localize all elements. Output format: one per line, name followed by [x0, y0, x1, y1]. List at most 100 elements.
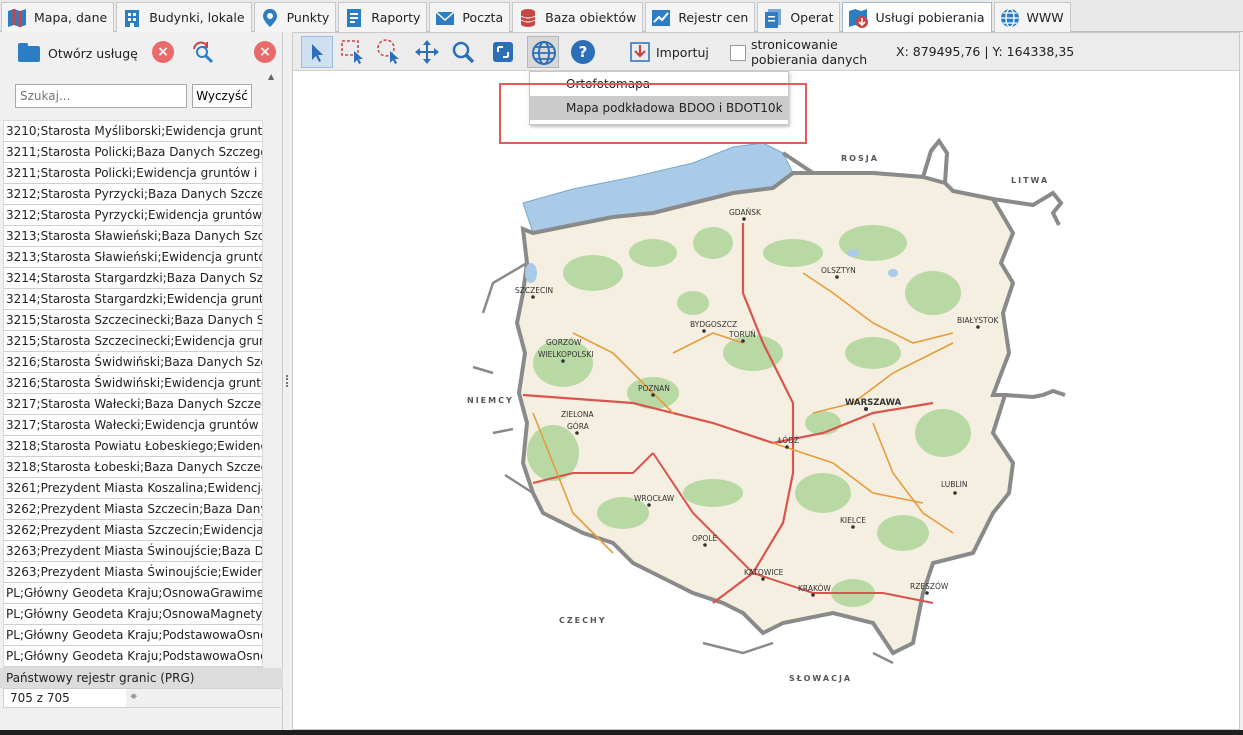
zoom-extent-button[interactable] — [487, 36, 519, 68]
list-item[interactable]: 3212;Starosta Pyrzycki;Ewidencja gruntów… — [4, 205, 262, 226]
clear-button[interactable]: Wyczyść — [192, 84, 252, 108]
poland-map[interactable]: GDAŃSK OLSZTYN SZCZECIN BYDGOSZCZ TORUŃ … — [453, 133, 1093, 693]
selected-service[interactable]: Państwowy rejestr granic (PRG) — [0, 668, 283, 688]
list-item[interactable]: 3263;Prezydent Miasta Świnoujście;Ewiden… — [4, 562, 262, 583]
circle-select-button[interactable] — [373, 36, 405, 68]
list-item[interactable]: 3214;Starosta Stargardzki;Baza Danych Sz… — [4, 268, 262, 289]
document-icon — [762, 7, 784, 29]
list-item[interactable]: 3216;Starosta Świdwiński;Ewidencja grunt… — [4, 373, 262, 394]
list-item[interactable]: 3213;Starosta Sławieński;Baza Danych Szc… — [4, 226, 262, 247]
svg-text:?: ? — [579, 43, 588, 61]
coordinates-readout: X: 879495,76 | Y: 164338,35 — [896, 44, 1075, 59]
map-view[interactable]: ? Importuj stronicowanie pobierania dany… — [292, 32, 1240, 730]
taskbar-strip — [0, 730, 1243, 735]
refresh-search-button[interactable] — [190, 39, 216, 65]
cursor-arrow-icon — [312, 44, 323, 62]
close-service-button[interactable]: × — [152, 41, 174, 63]
list-item[interactable]: 3218;Starosta Powiatu Łobeskiego;Ewidenc… — [4, 436, 262, 457]
list-item[interactable]: 3216;Starosta Świdwiński;Baza Danych Szc… — [4, 352, 262, 373]
paging-checkbox[interactable] — [730, 45, 746, 61]
open-service-label: Otwórz usługę — [48, 45, 138, 61]
background-layer-button[interactable] — [527, 36, 559, 68]
list-item[interactable]: 3215;Starosta Szczecinecki;Ewidencja gru… — [4, 331, 262, 352]
city-label: BIAŁYSTOK — [957, 316, 1000, 325]
tab-mapa-dane[interactable]: Mapa, dane — [1, 2, 115, 32]
city-label: KRAKÓW — [798, 584, 831, 593]
tab-baza-obiektow[interactable]: Baza obiektów — [512, 2, 644, 32]
open-service-button[interactable]: Otwórz usługę — [18, 40, 138, 66]
list-vertical-scrollbar[interactable]: ▲ — [264, 72, 280, 668]
list-horizontal-scrollbar[interactable]: ◀ ▶ — [126, 689, 282, 707]
chart-trend-icon — [650, 7, 672, 29]
list-item[interactable]: 3213;Starosta Sławieński;Ewidencja grunt… — [4, 247, 262, 268]
location-pin-icon — [259, 7, 281, 29]
list-item[interactable]: PL;Główny Geodeta Kraju;OsnowaGrawimetr — [4, 583, 262, 604]
scroll-up-icon[interactable]: ▲ — [268, 72, 274, 81]
list-item[interactable]: 3212;Starosta Pyrzycki;Baza Danych Szcze… — [4, 184, 262, 205]
download-map-icon — [847, 7, 869, 29]
building-icon — [121, 7, 143, 29]
list-item[interactable]: 3262;Prezydent Miasta Szczecin;Ewidencja… — [4, 520, 262, 541]
tab-punkty[interactable]: Punkty — [253, 2, 337, 32]
map-toolbar: ? Importuj stronicowanie pobierania dany… — [293, 33, 1239, 71]
tab-label: Baza obiektów — [545, 10, 637, 25]
tab-budynki-lokale[interactable]: Budynki, lokale — [116, 2, 252, 32]
tab-www[interactable]: WWW — [993, 2, 1071, 32]
country-label: ROSJA — [841, 154, 879, 163]
move-arrows-icon — [415, 40, 439, 64]
refresh-search-icon — [193, 41, 214, 64]
tab-label: Mapa, dane — [34, 10, 108, 25]
list-item[interactable]: 3263;Prezydent Miasta Świnoujście;Baza D… — [4, 541, 262, 562]
tab-rejestr-cen[interactable]: Rejestr cen — [645, 2, 756, 32]
list-item[interactable]: 3211;Starosta Policki;Ewidencja gruntów … — [4, 163, 262, 184]
list-item[interactable]: PL;Główny Geodeta Kraju;PodstawowaOsnov — [4, 646, 262, 667]
list-item[interactable]: 3261;Prezydent Miasta Koszalina;Ewidencj… — [4, 478, 262, 499]
zoom-button[interactable] — [447, 36, 479, 68]
paging-label: stronicowanie pobierania danych — [751, 37, 871, 67]
services-list: 3210;Starosta Myśliborski;Ewidencja grun… — [3, 120, 263, 668]
list-item[interactable]: PL;Główny Geodeta Kraju;PodstawowaOsnov — [4, 625, 262, 646]
list-item[interactable]: 3210;Starosta Myśliborski;Ewidencja grun… — [4, 121, 262, 142]
close-panel-button[interactable]: × — [254, 41, 276, 63]
search-input[interactable] — [15, 84, 187, 108]
panel-splitter[interactable] — [284, 32, 291, 735]
splitter-grip-icon[interactable] — [286, 375, 288, 387]
app-window: Mapa, dane Budynki, lokale Punkty Raport… — [0, 0, 1243, 735]
tab-uslugi-pobierania[interactable]: Usługi pobierania — [842, 2, 992, 32]
help-button[interactable]: ? — [567, 36, 599, 68]
city-label: BYDGOSZCZ — [690, 320, 737, 329]
rectangle-select-button[interactable] — [337, 36, 369, 68]
city-label: SZCZECIN — [515, 286, 553, 295]
help-icon: ? — [571, 40, 595, 64]
paging-label-line2: pobierania danych — [751, 52, 868, 67]
scroll-right-icon[interactable]: ▶ — [132, 692, 266, 700]
city-label: TORUŃ — [728, 330, 756, 339]
magnifier-icon — [452, 41, 475, 64]
main-tab-bar: Mapa, dane Budynki, lokale Punkty Raport… — [0, 0, 1243, 32]
city-label: POZNAŃ — [638, 384, 670, 393]
map-icon — [6, 7, 28, 29]
list-item[interactable]: 3262;Prezydent Miasta Szczecin;Baza Dany… — [4, 499, 262, 520]
search-row: Wyczyść — [15, 84, 255, 108]
folder-open-icon — [18, 43, 42, 63]
select-tool-button[interactable] — [301, 36, 333, 68]
list-item[interactable]: PL;Główny Geodeta Kraju;OsnowaMagnetycz — [4, 604, 262, 625]
list-item[interactable]: 3211;Starosta Policki;Baza Danych Szczeg… — [4, 142, 262, 163]
list-item[interactable]: 3217;Starosta Wałecki;Ewidencja gruntów … — [4, 415, 262, 436]
list-item[interactable]: 3215;Starosta Szczecinecki;Baza Danych S… — [4, 310, 262, 331]
report-icon — [343, 7, 365, 29]
pan-button[interactable] — [411, 36, 443, 68]
city-label: KIELCE — [840, 516, 866, 525]
city-label: WROCŁAW — [634, 494, 675, 503]
globe-icon — [999, 7, 1021, 29]
tab-label: Poczta — [462, 10, 504, 25]
import-icon — [630, 42, 650, 62]
list-item[interactable]: 3218;Starosta Łobeski;Baza Danych Szczeg… — [4, 457, 262, 478]
list-item[interactable]: 3214;Starosta Stargardzki;Ewidencja grun… — [4, 289, 262, 310]
tab-raporty[interactable]: Raporty — [338, 2, 428, 32]
import-button[interactable]: Importuj — [628, 39, 709, 65]
list-item[interactable]: 3217;Starosta Wałecki;Baza Danych Szczeg… — [4, 394, 262, 415]
tab-label: Operat — [790, 10, 834, 25]
tab-poczta[interactable]: Poczta — [429, 2, 511, 32]
tab-operat[interactable]: Operat — [757, 2, 841, 32]
